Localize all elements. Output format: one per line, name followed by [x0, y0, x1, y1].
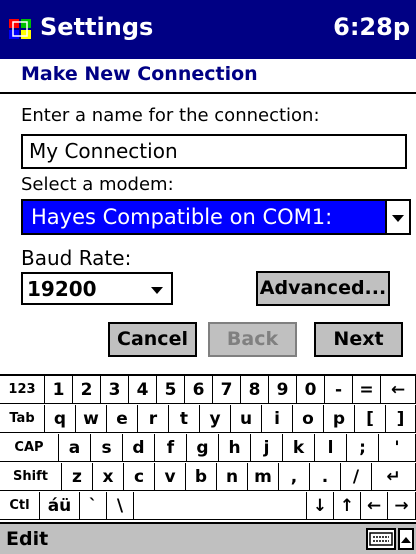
space-key[interactable]: [134, 492, 307, 520]
keyboard-key[interactable]: 7: [213, 376, 241, 404]
keyboard-key[interactable]: n: [217, 463, 248, 491]
keyboard-key[interactable]: 2: [73, 376, 101, 404]
keyboard-key[interactable]: [: [355, 405, 386, 433]
keyboard-key[interactable]: áü: [40, 492, 80, 520]
keyboard-key[interactable]: a: [59, 434, 91, 462]
keyboard-key[interactable]: i: [262, 405, 293, 433]
keyboard-key[interactable]: ↑: [334, 492, 361, 520]
keyboard-key[interactable]: z: [62, 463, 93, 491]
cancel-button[interactable]: Cancel: [108, 322, 197, 357]
keyboard-row: CAP a s d f g h j k l; ': [0, 434, 416, 463]
keyboard-key[interactable]: 9: [269, 376, 297, 404]
keyboard-row: 123 1 2 3 4 5 6 7 8 9 0- = ←: [0, 376, 416, 405]
keyboard-key[interactable]: u: [231, 405, 262, 433]
keyboard-key[interactable]: t: [169, 405, 200, 433]
input-panel-arrow-icon[interactable]: [398, 528, 414, 550]
keyboard-key[interactable]: ,: [279, 463, 310, 491]
keyboard-key[interactable]: b: [186, 463, 217, 491]
keyboard-key[interactable]: c: [124, 463, 155, 491]
clock[interactable]: 6:28p: [333, 13, 410, 41]
keyboard-key[interactable]: d: [123, 434, 155, 462]
keyboard-key[interactable]: -: [325, 376, 353, 404]
keyboard-key[interactable]: h: [219, 434, 251, 462]
menu-bar: Edit: [0, 522, 416, 554]
keyboard-key[interactable]: CAP: [0, 434, 59, 462]
back-button: Back: [208, 322, 297, 357]
keyboard-key[interactable]: w: [76, 405, 107, 433]
keyboard-key[interactable]: g: [187, 434, 219, 462]
keyboard-key[interactable]: v: [155, 463, 186, 491]
keyboard-key[interactable]: ': [379, 434, 416, 462]
keyboard-key[interactable]: ↵: [372, 463, 416, 491]
baud-rate-select[interactable]: 19200: [21, 272, 173, 305]
keyboard-key[interactable]: l: [315, 434, 347, 462]
keyboard-key[interactable]: Ctl: [0, 492, 40, 520]
keyboard-key[interactable]: 6: [185, 376, 213, 404]
keyboard-key[interactable]: r: [138, 405, 169, 433]
keyboard-key[interactable]: ←: [361, 492, 388, 520]
keyboard-key[interactable]: o: [293, 405, 324, 433]
windows-flag-icon[interactable]: [6, 15, 34, 43]
keyboard-row: Tab q w e r t y u i o p[]: [0, 405, 416, 434]
keyboard-key[interactable]: j: [251, 434, 283, 462]
chevron-down-icon: [392, 215, 404, 222]
keyboard-key[interactable]: →: [388, 492, 416, 520]
keyboard-key[interactable]: ↓: [307, 492, 334, 520]
keyboard-key[interactable]: m: [248, 463, 279, 491]
edit-menu[interactable]: Edit: [6, 528, 48, 550]
soft-keyboard: 123 1 2 3 4 5 6 7 8 9 0- = ← Tab q w e r t y u i o p[] CAP a s d f g h…: [0, 374, 416, 524]
modem-select[interactable]: Hayes Compatible on COM1:: [21, 199, 411, 235]
keyboard-key[interactable]: Tab: [0, 405, 45, 433]
keyboard-key[interactable]: k: [283, 434, 315, 462]
page-title: Make New Connection: [21, 63, 258, 85]
keyboard-key[interactable]: 4: [129, 376, 157, 404]
keyboard-key[interactable]: =: [353, 376, 381, 404]
baud-rate-value: 19200: [27, 277, 97, 301]
modem-selected-value[interactable]: Hayes Compatible on COM1:: [21, 199, 385, 235]
keyboard-key[interactable]: `: [80, 492, 107, 520]
connection-name-input[interactable]: My Connection: [21, 134, 407, 169]
keyboard-row: Ctl áü ` \ ↓ ↑ ← →: [0, 492, 416, 521]
baud-rate-label: Baud Rate:: [21, 246, 132, 270]
keyboard-key[interactable]: y: [200, 405, 231, 433]
keyboard-icon[interactable]: [366, 528, 396, 550]
advanced-button[interactable]: Advanced...: [256, 271, 390, 306]
modem-dropdown-button[interactable]: [385, 199, 411, 235]
keyboard-key[interactable]: f: [155, 434, 187, 462]
app-title: Settings: [40, 13, 154, 41]
keyboard-key[interactable]: s: [91, 434, 123, 462]
keyboard-key[interactable]: ←: [381, 376, 416, 404]
keyboard-key[interactable]: x: [93, 463, 124, 491]
keyboard-key[interactable]: 1: [45, 376, 73, 404]
keyboard-key[interactable]: \: [107, 492, 134, 520]
keyboard-key[interactable]: 0: [297, 376, 325, 404]
keyboard-key[interactable]: q: [45, 405, 76, 433]
keyboard-key[interactable]: Shift: [0, 463, 62, 491]
keyboard-key[interactable]: 123: [0, 376, 45, 404]
page-header: Make New Connection: [0, 59, 416, 94]
keyboard-key[interactable]: 8: [241, 376, 269, 404]
connection-name-label: Enter a name for the connection:: [21, 105, 320, 126]
title-bar: Settings 6:28p: [0, 0, 416, 59]
next-button[interactable]: Next: [314, 322, 403, 357]
keyboard-key[interactable]: e: [107, 405, 138, 433]
keyboard-key[interactable]: ]: [386, 405, 416, 433]
chevron-down-icon: [151, 287, 163, 294]
keyboard-row: Shift z x c v b n m,. / ↵: [0, 463, 416, 492]
modem-label: Select a modem:: [21, 174, 174, 195]
keyboard-key[interactable]: 5: [157, 376, 185, 404]
keyboard-key[interactable]: .: [310, 463, 341, 491]
keyboard-key[interactable]: /: [341, 463, 372, 491]
keyboard-key[interactable]: 3: [101, 376, 129, 404]
keyboard-key[interactable]: p: [324, 405, 355, 433]
keyboard-key[interactable]: ;: [347, 434, 379, 462]
